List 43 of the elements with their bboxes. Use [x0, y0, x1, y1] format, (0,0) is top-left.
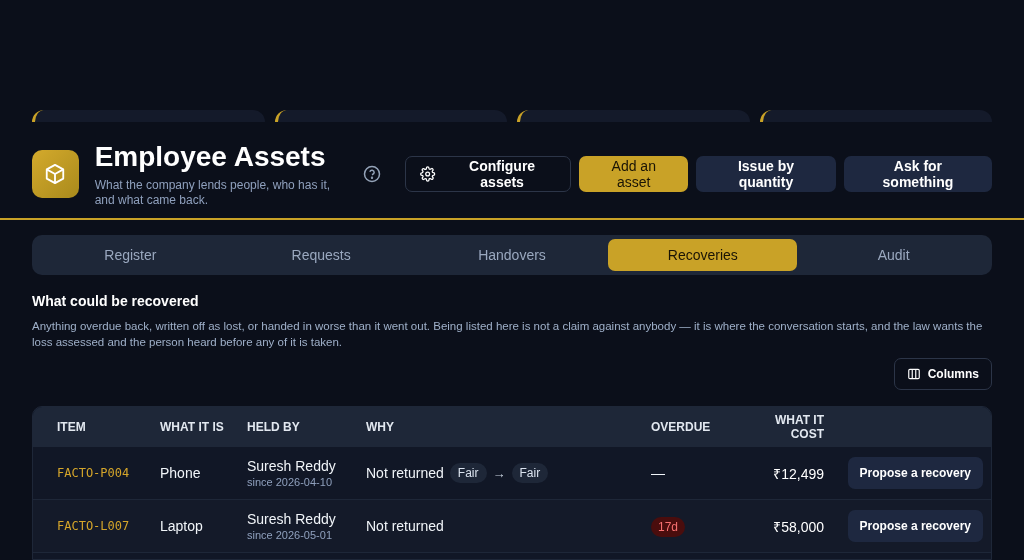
help-icon[interactable] [363, 165, 382, 183]
holder-name: Suresh Reddy [247, 458, 337, 474]
reason-text: Not returned [366, 465, 444, 481]
item-code: FACTO-P004 [57, 466, 131, 480]
cost-value: ₹12,499 [772, 464, 824, 483]
action-button[interactable]: Add an asset [579, 156, 688, 192]
columns-button[interactable]: Columns [893, 358, 992, 390]
overdue-badge: 17d [651, 517, 686, 537]
cost-value: ₹58,000 [772, 517, 824, 536]
held-since: since 2026-04-10 [247, 476, 333, 488]
holder-name: Suresh Reddy [247, 511, 337, 527]
arrow-text: → [492, 465, 506, 481]
asset-type: Phone [160, 465, 202, 481]
tab[interactable]: Requests [226, 239, 416, 271]
section-description: Anything overdue back, written off as lost, or handed in worse than it went out. Being listed here is not a claim against anybody — it is where the conversation starts, and the law wants the loss assessed and the person heard before any of it is taken. [32, 319, 984, 350]
condition-tag: Fair [449, 463, 487, 483]
page-subtitle: What the company lends people, who has it, and what came back. [94, 178, 332, 208]
tab[interactable]: Recoveries [608, 239, 798, 271]
reason-text: Not returned [366, 518, 444, 534]
column-header: WHY [366, 420, 395, 434]
item-code: FACTO-L007 [57, 519, 131, 533]
tab[interactable]: Register [36, 239, 225, 271]
held-since: since 2026-05-01 [247, 529, 333, 541]
column-header: OVERDUE [651, 420, 712, 434]
overdue-dash: — [651, 465, 665, 481]
column-header: WHAT IT IS [160, 420, 225, 434]
action-button[interactable]: Issue by quantity [696, 156, 836, 192]
column-header: WHAT IT COST [773, 413, 824, 441]
column-header: HELD BY [247, 420, 301, 434]
propose-button[interactable]: Propose a recovery [847, 510, 983, 542]
tab[interactable]: Handovers [417, 239, 607, 271]
asset-type: Laptop [160, 518, 204, 534]
settings-icon [420, 166, 436, 182]
tab[interactable]: Audit [799, 239, 988, 271]
page-title: Employee Assets [94, 140, 327, 174]
box-icon [44, 163, 67, 185]
propose-button[interactable]: Propose a recovery [847, 457, 983, 489]
columns-icon [906, 367, 921, 381]
action-button[interactable]: Configure assets [405, 156, 572, 192]
section-title: What could be recovered [32, 293, 200, 309]
column-header: ITEM [57, 420, 87, 434]
condition-tag: Fair [511, 463, 549, 483]
action-button[interactable]: Ask for something [843, 156, 992, 192]
